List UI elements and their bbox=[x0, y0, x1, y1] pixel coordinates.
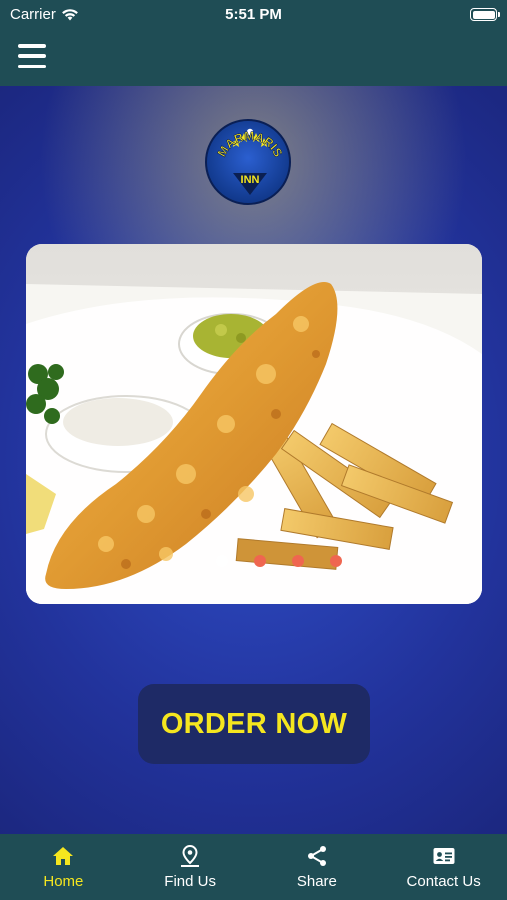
restaurant-logo: MARMARIS INN bbox=[205, 119, 291, 205]
carousel-dot[interactable] bbox=[254, 555, 266, 567]
tab-share[interactable]: Share bbox=[254, 834, 381, 900]
tab-home[interactable]: Home bbox=[0, 834, 127, 900]
fish-and-chips-photo bbox=[26, 244, 482, 604]
tab-find-us[interactable]: Find Us bbox=[127, 834, 254, 900]
order-now-button[interactable]: ORDER NOW bbox=[138, 684, 370, 764]
home-content: MARMARIS INN ORDER NOW bbox=[0, 86, 507, 834]
carousel-dot[interactable] bbox=[292, 555, 304, 567]
carousel-dot[interactable] bbox=[216, 555, 228, 567]
bottom-tab-bar: Home Find Us Share Contact Us bbox=[0, 834, 507, 900]
tab-share-label: Share bbox=[296, 873, 337, 890]
image-carousel[interactable] bbox=[26, 244, 482, 604]
tab-contact-us-label: Contact Us bbox=[406, 873, 481, 890]
logo-text-top: MARMARIS bbox=[215, 129, 286, 159]
nav-bar bbox=[0, 30, 507, 86]
tab-home-label: Home bbox=[43, 873, 84, 890]
logo-text-bottom: INN bbox=[241, 174, 260, 186]
status-bar: Carrier 5:51 PM bbox=[0, 0, 507, 30]
contact-card-icon bbox=[433, 848, 455, 864]
hamburger-menu-icon[interactable] bbox=[18, 44, 46, 68]
tab-contact-us[interactable]: Contact Us bbox=[380, 834, 507, 900]
carousel-pagination bbox=[26, 555, 482, 567]
battery-icon bbox=[470, 8, 500, 21]
carousel-dot[interactable] bbox=[330, 555, 342, 567]
tab-find-us-label: Find Us bbox=[164, 873, 216, 890]
clock: 5:51 PM bbox=[225, 6, 282, 23]
home-icon bbox=[53, 847, 74, 865]
share-icon bbox=[307, 846, 326, 866]
location-pin-icon bbox=[181, 844, 200, 867]
